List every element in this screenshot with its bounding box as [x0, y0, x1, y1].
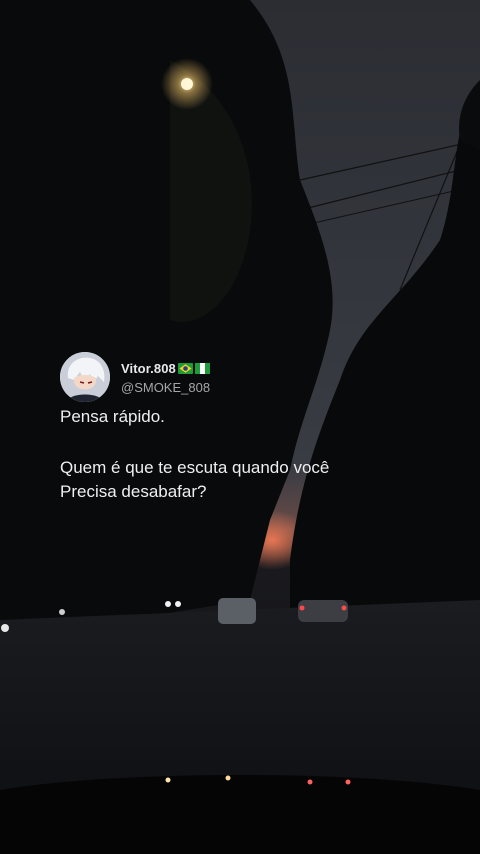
- display-name[interactable]: Vitor.808: [121, 361, 176, 376]
- tweet-card: Vitor.808 @SMOKE_808 Pensa rápido. Quem …: [0, 0, 480, 854]
- avatar[interactable]: [60, 352, 110, 402]
- anime-avatar-icon: [60, 352, 110, 402]
- tweet-text-line-3: Precisa desabafar?: [60, 482, 207, 501]
- nigeria-flag-icon: [194, 363, 210, 374]
- tweet-text-line-1: Pensa rápido.: [60, 407, 165, 426]
- tweet-text-line-2: Quem é que te escuta quando você: [60, 458, 330, 477]
- brazil-flag-icon: [177, 363, 193, 374]
- name-row: Vitor.808: [121, 361, 210, 376]
- user-handle[interactable]: @SMOKE_808: [121, 380, 210, 395]
